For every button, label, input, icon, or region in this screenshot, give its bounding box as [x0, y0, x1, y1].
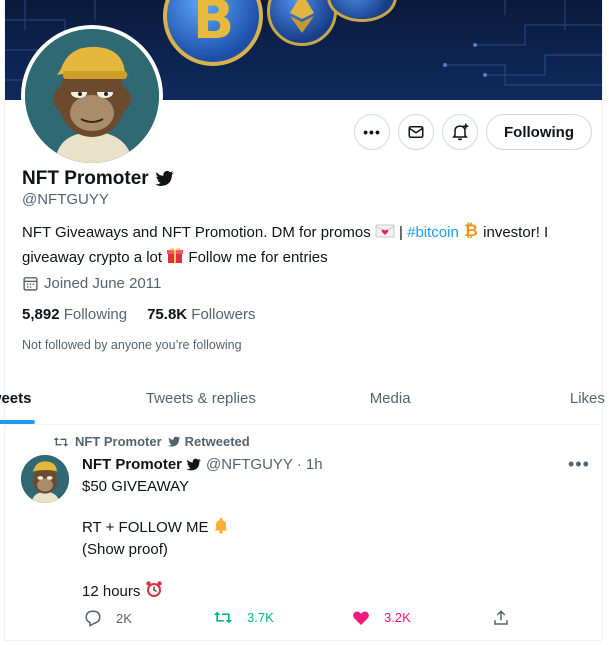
- bell-emoji: [213, 517, 229, 540]
- tweet-text: $50 GIVEAWAY RT + FOLLOW ME (Show proof)…: [82, 477, 229, 604]
- following-count: 5,892: [22, 306, 60, 323]
- bio-separator: |: [394, 224, 408, 241]
- ape-avatar-image: [25, 29, 159, 163]
- like-button[interactable]: 3.2K: [352, 609, 411, 626]
- reply-icon: [85, 610, 101, 627]
- envelope-heart-emoji: [375, 223, 395, 246]
- retweet-count: 3.7K: [247, 610, 274, 625]
- tweet-line: (Show proof): [82, 541, 168, 558]
- follow-stats: 5,892 Following 75.8K Followers: [22, 306, 255, 323]
- bio-text: NFT Giveaways and NFT Promotion. DM for …: [22, 224, 375, 241]
- tweet-line: $50 GIVEAWAY: [82, 478, 189, 495]
- profile-name: NFT Promoter: [22, 168, 175, 190]
- alarm-clock-emoji: [145, 580, 163, 604]
- tweet-more-icon[interactable]: •••: [568, 454, 590, 475]
- share-icon: [494, 610, 508, 625]
- retweet-button[interactable]: 3.7K: [213, 609, 274, 626]
- tab-label: Media: [369, 389, 411, 407]
- verified-badge-icon: [167, 436, 181, 447]
- profile-bio: NFT Giveaways and NFT Promotion. DM for …: [22, 221, 582, 271]
- retweeter-name[interactable]: NFT Promoter: [75, 434, 162, 449]
- profile-tabs: Tweets Tweets & replies Media Likes: [0, 372, 605, 425]
- tab-label: Tweets: [0, 389, 32, 407]
- svg-text:₿: ₿: [464, 221, 478, 239]
- tweet-separator: ·: [296, 456, 302, 473]
- followers-link[interactable]: 75.8K Followers: [147, 306, 255, 323]
- like-count: 3.2K: [384, 610, 411, 625]
- ape-avatar-image: [21, 455, 69, 503]
- calendar-icon: [23, 277, 38, 291]
- tab-label: Likes: [569, 389, 605, 407]
- tweet-line: RT + FOLLOW ME: [82, 519, 209, 536]
- tab-label: Tweets & replies: [145, 389, 256, 407]
- notifications-button[interactable]: [442, 114, 478, 150]
- tweet-header: NFT Promoter @NFTGUYY · 1h: [82, 456, 323, 473]
- profile-page: B ••• Following NFT Promoter @NFTGUYY NF…: [0, 0, 605, 641]
- verified-badge-icon: [154, 170, 174, 186]
- tab-tweets[interactable]: Tweets: [0, 372, 154, 424]
- bell-plus-icon: [452, 123, 469, 141]
- tweet-actions: 2K 3.7K 3.2K: [82, 609, 522, 631]
- following-button[interactable]: Following: [486, 114, 592, 150]
- retweeted-label: Retweeted: [184, 434, 250, 449]
- not-followed-notice: Not followed by anyone you’re following: [22, 338, 242, 352]
- bitcoin-hashtag-link[interactable]: #bitcoin: [407, 224, 459, 241]
- tweet-author-avatar[interactable]: [21, 455, 69, 503]
- tweet-timestamp[interactable]: 1h: [306, 456, 323, 473]
- retweet-icon: [213, 611, 233, 624]
- retweet-context: NFT Promoter Retweeted: [53, 434, 250, 449]
- heart-icon: [353, 611, 369, 625]
- tweet-author-name[interactable]: NFT Promoter: [82, 456, 182, 473]
- profile-handle: @NFTGUYY: [22, 191, 109, 208]
- tab-tweets-replies[interactable]: Tweets & replies: [146, 372, 303, 424]
- more-options-button[interactable]: •••: [354, 114, 390, 150]
- tweet-line: [82, 560, 229, 580]
- mail-icon: [408, 126, 424, 138]
- active-tab-indicator: [0, 420, 35, 424]
- reply-count: 2K: [116, 610, 132, 626]
- share-button[interactable]: [492, 609, 510, 627]
- following-link[interactable]: 5,892 Following: [22, 306, 127, 323]
- retweet-icon: [53, 436, 69, 447]
- reply-button[interactable]: 2K: [84, 609, 132, 627]
- tab-likes[interactable]: Likes: [453, 372, 605, 424]
- tweet-line: [82, 497, 229, 517]
- joined-date: Joined June 2011: [22, 275, 161, 292]
- profile-display-name: NFT Promoter: [22, 168, 149, 189]
- followers-label: Followers: [191, 306, 256, 323]
- tab-media[interactable]: Media: [304, 372, 453, 424]
- tweet-line-with-emoji: 12 hours: [82, 580, 229, 604]
- ethereum-coin-image: [267, 0, 337, 46]
- tweet-author-handle[interactable]: @NFTGUYY: [206, 456, 293, 473]
- bio-text-3: Follow me for entries: [184, 249, 328, 266]
- profile-avatar[interactable]: [21, 25, 163, 167]
- gift-emoji: [166, 246, 184, 271]
- more-icon: •••: [363, 124, 381, 140]
- bitcoin-emoji: ₿: [463, 221, 479, 246]
- followers-count: 75.8K: [147, 306, 188, 323]
- joined-text: Joined June 2011: [44, 275, 162, 292]
- following-label: Following: [63, 306, 128, 323]
- verified-badge-icon: [186, 458, 202, 470]
- message-button[interactable]: [398, 114, 434, 150]
- tweet-line-with-emoji: RT + FOLLOW ME: [82, 517, 229, 540]
- tweet-line: 12 hours: [82, 583, 141, 600]
